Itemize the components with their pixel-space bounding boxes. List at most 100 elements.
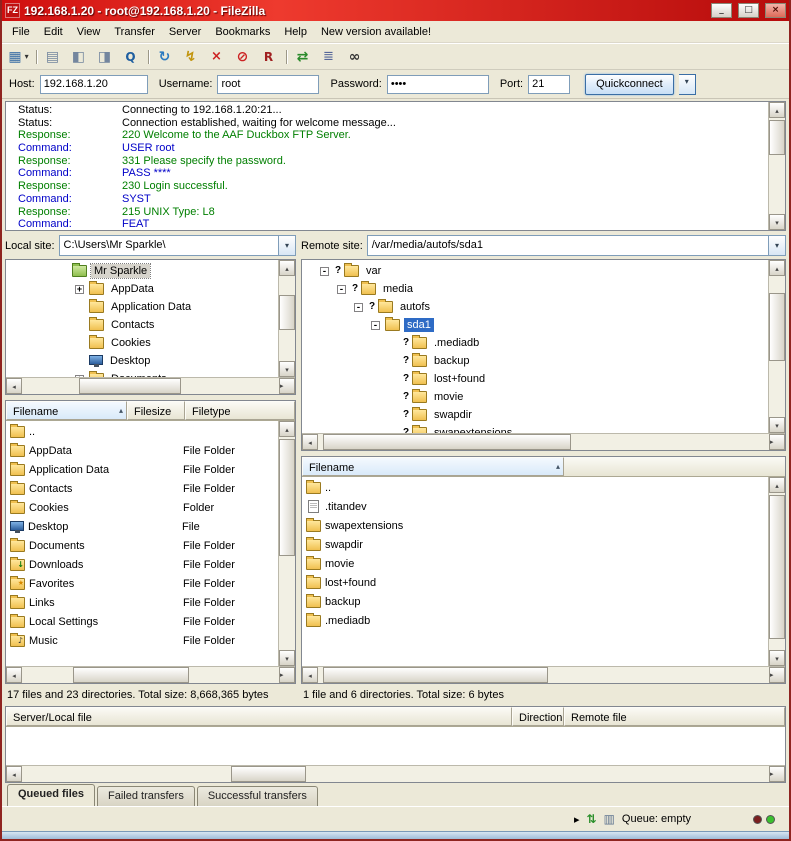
tree-item[interactable]: movie [302, 388, 768, 406]
scroll-right-button[interactable] [279, 667, 295, 683]
directory-comparison-icon[interactable]: ▥ [604, 813, 615, 825]
file-row[interactable]: .titandev [302, 497, 768, 516]
tree-item[interactable]: - sda1 [302, 316, 768, 334]
queue-tab[interactable]: Successful transfers [197, 786, 318, 806]
queue-tab[interactable]: Failed transfers [97, 786, 195, 806]
scroll-up-button[interactable] [769, 260, 785, 276]
local-site-combobox[interactable]: C:\Users\Mr Sparkle\ [59, 235, 296, 256]
titlebar[interactable]: FZ 192.168.1.20 - root@192.168.1.20 - Fi… [2, 0, 789, 21]
scroll-thumb[interactable] [73, 667, 189, 683]
scroll-track[interactable] [769, 276, 785, 417]
local-site-value[interactable]: C:\Users\Mr Sparkle\ [60, 236, 278, 255]
tree-item[interactable]: backup [302, 352, 768, 370]
tree-item[interactable]: Desktop [6, 352, 278, 370]
menu-item[interactable]: Bookmarks [208, 23, 277, 41]
scroll-right-button[interactable] [279, 378, 295, 394]
menu-item[interactable]: Transfer [107, 23, 162, 41]
file-row[interactable]: Desktop File [6, 517, 278, 536]
column-header[interactable]: Filename [6, 401, 127, 420]
local-site-dropdown-button[interactable] [278, 236, 295, 255]
scroll-right-button[interactable] [769, 766, 785, 782]
menu-item[interactable]: Server [162, 23, 208, 41]
local-list-hscrollbar[interactable] [6, 666, 295, 683]
column-header[interactable]: Filename [302, 457, 564, 476]
scroll-up-button[interactable] [769, 477, 785, 493]
remote-tree-hscrollbar[interactable] [302, 433, 785, 450]
file-row[interactable]: backup [302, 592, 768, 611]
file-row[interactable]: Favorites File Folder [6, 574, 278, 593]
menu-item[interactable]: Edit [37, 23, 70, 41]
scroll-track[interactable] [22, 378, 279, 394]
tree-item[interactable]: - media [302, 280, 768, 298]
file-row[interactable]: Local Settings File Folder [6, 612, 278, 631]
tree-item[interactable]: Mr Sparkle [6, 262, 278, 280]
file-row[interactable]: swapdir [302, 535, 768, 554]
tree-expander-icon[interactable]: + [75, 285, 84, 294]
tree-item[interactable]: + AppData [6, 280, 278, 298]
synchronized-browsing-button[interactable]: ≣ [316, 46, 341, 68]
scroll-left-button[interactable] [6, 378, 22, 394]
remote-site-dropdown-button[interactable] [768, 236, 785, 255]
scroll-down-button[interactable] [769, 417, 785, 433]
toggle-local-tree-button[interactable]: ◧ [66, 46, 91, 68]
toggle-remote-tree-button[interactable]: ◨ [92, 46, 117, 68]
file-row[interactable]: AppData File Folder [6, 441, 278, 460]
tree-item[interactable]: lost+found [302, 370, 768, 388]
tree-item[interactable]: Contacts [6, 316, 278, 334]
scroll-thumb[interactable] [279, 295, 295, 331]
scroll-track[interactable] [318, 434, 769, 450]
queue-tab[interactable]: Queued files [7, 784, 95, 806]
file-row[interactable]: Downloads File Folder [6, 555, 278, 574]
scroll-up-button[interactable] [769, 102, 785, 118]
scroll-down-button[interactable] [769, 214, 785, 230]
scroll-track[interactable] [769, 493, 785, 650]
queue-hscrollbar[interactable] [6, 765, 785, 782]
process-queue-button[interactable]: ↯ [178, 46, 203, 68]
scroll-down-button[interactable] [279, 361, 295, 377]
port-input[interactable] [528, 75, 570, 94]
column-header[interactable]: Filetype [185, 401, 295, 420]
scroll-track[interactable] [22, 667, 279, 683]
directory-comparison-button[interactable]: ⇄ [290, 46, 315, 68]
find-button[interactable]: ∞ [342, 46, 367, 68]
remote-tree-vscrollbar[interactable] [768, 260, 785, 433]
refresh-button[interactable]: ↻ [152, 46, 177, 68]
reconnect-button[interactable]: R [256, 46, 281, 68]
maximize-button[interactable]: □ [738, 3, 759, 18]
tree-item[interactable]: .mediadb [302, 334, 768, 352]
file-row[interactable]: .. [302, 478, 768, 497]
scroll-thumb[interactable] [323, 434, 571, 450]
toggle-queue-button[interactable]: Q [118, 46, 143, 68]
disconnect-button[interactable]: ⊘ [230, 46, 255, 68]
menu-item[interactable]: File [5, 23, 37, 41]
username-input[interactable] [217, 75, 319, 94]
scroll-right-button[interactable] [769, 434, 785, 450]
tree-expander-icon[interactable]: - [337, 285, 346, 294]
tree-item[interactable]: - var [302, 262, 768, 280]
file-row[interactable]: .mediadb [302, 611, 768, 630]
cancel-button[interactable]: × [204, 46, 229, 68]
site-manager-button[interactable]: ▦ [6, 46, 31, 68]
scroll-up-button[interactable] [279, 421, 295, 437]
toggle-message-log-button[interactable]: ▤ [40, 46, 65, 68]
scroll-thumb[interactable] [79, 378, 182, 394]
scroll-left-button[interactable] [6, 667, 22, 683]
file-row[interactable]: Music File Folder [6, 631, 278, 650]
host-input[interactable] [40, 75, 148, 94]
local-tree-vscrollbar[interactable] [278, 260, 295, 377]
file-row[interactable]: movie [302, 554, 768, 573]
message-log-vscrollbar[interactable] [768, 102, 785, 230]
scroll-track[interactable] [769, 118, 785, 214]
scroll-thumb[interactable] [323, 667, 549, 683]
scroll-right-button[interactable] [769, 667, 785, 683]
column-header[interactable]: Direction [512, 707, 564, 726]
file-row[interactable]: Cookies Folder [6, 498, 278, 517]
file-row[interactable]: Documents File Folder [6, 536, 278, 555]
local-list-vscrollbar[interactable] [278, 421, 295, 666]
scroll-track[interactable] [318, 667, 769, 683]
scroll-up-button[interactable] [279, 260, 295, 276]
menu-item[interactable]: Help [277, 23, 314, 41]
scroll-thumb[interactable] [279, 439, 295, 556]
tree-item[interactable]: Cookies [6, 334, 278, 352]
scroll-track[interactable] [22, 766, 769, 782]
